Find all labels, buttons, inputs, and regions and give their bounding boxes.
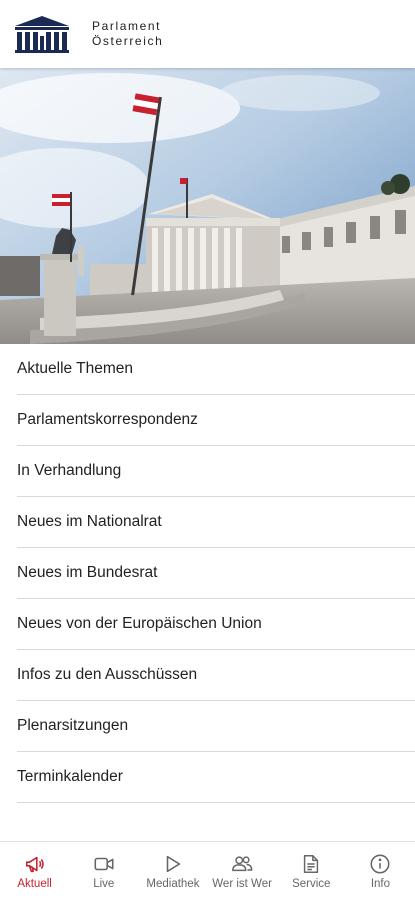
- tab-label-mediathek: Mediathek: [146, 877, 200, 890]
- tab-aktuell[interactable]: Aktuell: [0, 842, 69, 900]
- menu-item-aktuelle-themen[interactable]: Aktuelle Themen: [17, 344, 415, 395]
- brand-line-2: Österreich: [92, 34, 164, 48]
- tab-service[interactable]: Service: [277, 842, 346, 900]
- tab-label-service: Service: [292, 877, 331, 890]
- info-icon: [370, 854, 390, 873]
- people-icon: [232, 855, 253, 871]
- tab-mediathek[interactable]: Mediathek: [138, 842, 207, 900]
- bottom-tab-bar: Aktuell Live Mediathek Wer ist Wer Servi…: [0, 841, 415, 900]
- parliament-logo-icon: [15, 16, 69, 53]
- tab-label-live: Live: [93, 877, 115, 890]
- menu-item-neues-eu[interactable]: Neues von der Europäischen Union: [17, 599, 415, 650]
- tab-label-aktuell: Aktuell: [17, 877, 52, 890]
- menu-item-ausschuesse[interactable]: Infos zu den Ausschüssen: [17, 650, 415, 701]
- play-icon: [166, 855, 181, 872]
- megaphone-icon: [25, 856, 44, 872]
- menu-item-parlamentskorrespondenz[interactable]: Parlamentskorrespondenz: [17, 395, 415, 446]
- brand-name: Parlament Österreich: [92, 19, 163, 49]
- menu-item-plenarsitzungen[interactable]: Plenarsitzungen: [17, 701, 415, 752]
- menu-item-neues-im-bundesrat[interactable]: Neues im Bundesrat: [17, 548, 415, 599]
- tab-label-info: Info: [370, 877, 391, 890]
- hero-image: [0, 68, 415, 344]
- video-camera-icon: [94, 857, 114, 870]
- tab-live[interactable]: Live: [69, 842, 138, 900]
- brand-line-1: Parlament: [92, 19, 162, 33]
- tab-label-wer-ist-wer: Wer ist Wer: [212, 877, 272, 890]
- menu-item-neues-im-nationalrat[interactable]: Neues im Nationalrat: [17, 497, 415, 548]
- parliament-building-photo: [0, 68, 415, 344]
- menu-item-terminkalender[interactable]: Terminkalender: [17, 752, 415, 803]
- tab-info[interactable]: Info: [346, 842, 415, 900]
- app-header: Parlament Österreich: [0, 0, 415, 68]
- tab-wer-ist-wer[interactable]: Wer ist Wer: [208, 842, 277, 900]
- topics-menu: Aktuelle Themen Parlamentskorrespondenz …: [0, 344, 415, 803]
- menu-item-in-verhandlung[interactable]: In Verhandlung: [17, 446, 415, 497]
- document-icon: [304, 854, 319, 873]
